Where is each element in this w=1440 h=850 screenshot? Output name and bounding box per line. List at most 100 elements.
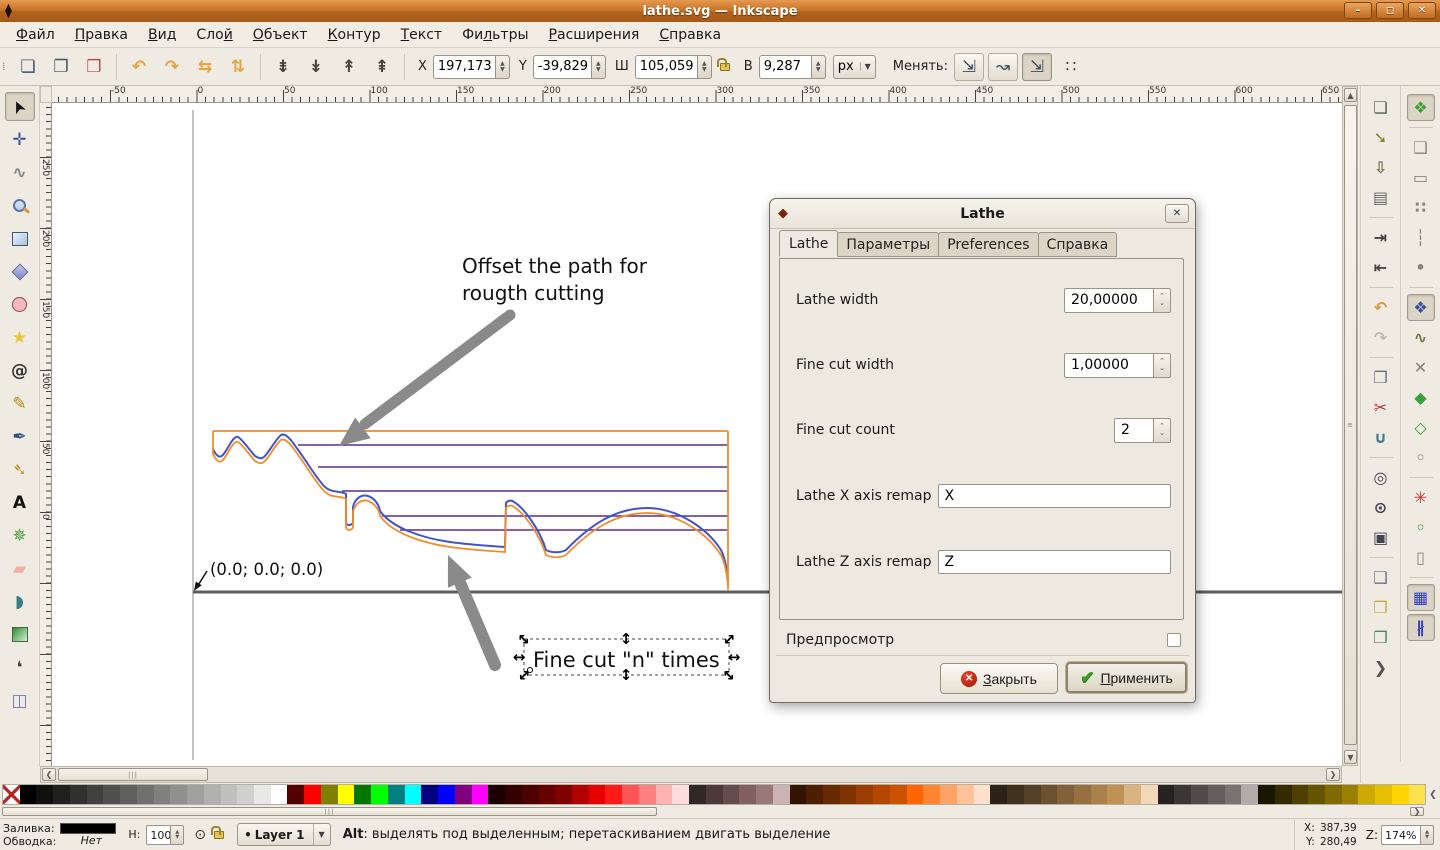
palette-swatch[interactable] <box>337 785 355 804</box>
scroll-up-icon[interactable]: ▲ <box>1344 88 1357 102</box>
export-button[interactable]: ⇤ <box>1367 254 1395 281</box>
selection-handle-n[interactable]: ↕ <box>620 630 633 648</box>
palette-swatch[interactable] <box>521 785 539 804</box>
vertical-scrollbar[interactable]: ▲ ≡ ▼ <box>1342 86 1358 766</box>
palette-swatch[interactable] <box>1023 785 1041 804</box>
palette-swatch[interactable] <box>889 785 907 804</box>
select-all-layers-button[interactable]: ❐ <box>46 53 76 81</box>
palette-swatch[interactable] <box>203 785 221 804</box>
dialog-apply-button[interactable]: ✔ Применить <box>1066 662 1187 693</box>
scroll-down-icon[interactable]: ▼ <box>1344 750 1357 764</box>
z-remap-input[interactable]: Z <box>937 550 1171 574</box>
palette-swatch[interactable] <box>170 785 188 804</box>
palette-swatch[interactable] <box>1140 785 1158 804</box>
annotation-arrow-finecut[interactable] <box>447 555 501 671</box>
connector-tool[interactable]: ◫ <box>5 686 35 715</box>
snap-paths-toggle[interactable]: ∿ <box>1407 324 1435 351</box>
snap-nodes-toggle[interactable]: ❖ <box>1406 294 1435 321</box>
palette-swatch[interactable] <box>1157 785 1175 804</box>
palette-swatch[interactable] <box>806 785 823 804</box>
eraser-tool[interactable]: ▰ <box>5 554 35 583</box>
dialog-tab-Lathe[interactable]: Lathe <box>779 230 839 257</box>
layer-visibility-icon[interactable]: ⊙ <box>194 827 206 843</box>
annotation-arrow-offset[interactable] <box>339 309 516 446</box>
snap-bbox-toggle[interactable]: ❑ <box>1407 134 1435 161</box>
redo-button[interactable]: ↷ <box>1367 324 1395 351</box>
pencil-tool[interactable]: ✎ <box>5 389 35 418</box>
palette-swatch[interactable] <box>187 785 204 804</box>
dialog-close-action-button[interactable]: ✕ Закрыть <box>940 663 1058 694</box>
palette-swatch[interactable] <box>672 785 690 804</box>
palette-swatch[interactable] <box>1375 785 1392 804</box>
palette-swatch[interactable] <box>973 785 991 804</box>
menu-Контур[interactable]: Контур <box>318 24 391 46</box>
palette-swatch[interactable] <box>19 785 37 804</box>
palette-swatch[interactable] <box>136 785 154 804</box>
import-button[interactable]: ⇥ <box>1367 224 1395 251</box>
palette-swatch[interactable] <box>873 785 890 804</box>
palette-swatch[interactable] <box>923 785 941 804</box>
palette-swatch[interactable] <box>1391 785 1409 804</box>
dialog-tab-Preferences[interactable]: Preferences <box>938 232 1039 257</box>
layer-lock-icon[interactable] <box>211 825 225 839</box>
height-field[interactable]: 9,287 ▲ ▼ <box>758 54 826 79</box>
duplicate-button[interactable]: ❑ <box>1367 564 1395 591</box>
palette-swatch[interactable] <box>822 785 840 804</box>
palette-swatch[interactable] <box>756 785 773 804</box>
palette-swatch[interactable] <box>655 785 673 804</box>
palette-swatch[interactable] <box>1325 785 1342 804</box>
palette-swatch[interactable] <box>622 785 639 804</box>
palette-swatch[interactable] <box>1074 785 1091 804</box>
palette-swatch[interactable] <box>120 785 137 804</box>
selection-handle-w[interactable]: ↔ <box>513 648 526 666</box>
palette-swatch[interactable] <box>1341 785 1359 804</box>
palette-swatch[interactable] <box>1090 785 1108 804</box>
lower-to-bottom-button[interactable]: ⇟ <box>268 53 298 81</box>
snap-midpoints-toggle[interactable]: ◦ <box>1407 444 1435 471</box>
annotation-text-line2[interactable]: rougth cutting <box>462 281 605 305</box>
palette-swatch[interactable] <box>371 785 388 804</box>
palette-swatch[interactable] <box>722 785 740 804</box>
palette-swatch[interactable] <box>1057 785 1074 804</box>
palette-swatch[interactable] <box>505 785 522 804</box>
palette-swatch[interactable] <box>906 785 924 804</box>
copy-button[interactable]: ❐ <box>1367 364 1395 391</box>
rectangle-tool[interactable] <box>5 224 35 253</box>
units-dropdown[interactable]: px ▼ <box>832 54 876 79</box>
palette-swatch[interactable] <box>488 785 506 804</box>
preview-checkbox[interactable] <box>1167 633 1181 647</box>
select-all-button[interactable]: ❏ <box>13 53 43 81</box>
selection-handle-ne[interactable]: ↔ <box>718 628 740 650</box>
fill-color-swatch[interactable] <box>60 822 117 834</box>
raise-to-top-button[interactable]: ⇞ <box>367 53 397 81</box>
annotation-text-line1[interactable]: Offset the path for <box>462 254 648 278</box>
spray-tool[interactable]: ✵ <box>5 521 35 550</box>
rotation-center-marker[interactable] <box>527 667 533 673</box>
snap-smooth-nodes-toggle[interactable]: ◇ <box>1407 414 1435 441</box>
palette-swatch[interactable] <box>287 785 305 804</box>
snap-cusp-nodes-toggle[interactable]: ◆ <box>1407 384 1435 411</box>
palette-swatch[interactable] <box>839 785 857 804</box>
zoom-tool[interactable] <box>5 191 35 220</box>
palette-swatch[interactable] <box>1207 785 1225 804</box>
fine-cut-count-field[interactable]: 2 ⌃ ⌄ <box>1114 417 1171 443</box>
open-document-button[interactable]: ➘ <box>1367 124 1395 151</box>
calligraphy-tool[interactable]: ➴ <box>5 455 35 484</box>
palette-swatch[interactable] <box>454 785 472 804</box>
menu-Объект[interactable]: Объект <box>243 24 318 46</box>
palette-swatch[interactable] <box>1174 785 1192 804</box>
cut-pass-lines[interactable] <box>298 444 728 531</box>
selection-handle-sw[interactable]: ↔ <box>513 664 535 686</box>
zoom-page-button[interactable]: ▣ <box>1367 524 1395 551</box>
clone-button[interactable]: ❒ <box>1367 594 1395 621</box>
palette-swatch[interactable] <box>1408 785 1426 804</box>
menu-Расширения[interactable]: Расширения <box>539 24 650 46</box>
rotate-ccw-button[interactable]: ↶ <box>124 53 154 81</box>
dialog-title-bar[interactable]: ◆ Lathe ✕ <box>770 199 1195 229</box>
horizontal-ruler[interactable]: -50 0 50 100 150 200 250 300 350 400 450 500 550 600 6… <box>52 86 1342 103</box>
palette-swatch[interactable] <box>705 785 723 804</box>
flip-vertical-button[interactable]: ⇅ <box>223 53 253 81</box>
palette-swatch[interactable] <box>856 785 874 804</box>
palette-swatch[interactable] <box>538 785 556 804</box>
x-remap-input[interactable]: X <box>937 484 1171 508</box>
